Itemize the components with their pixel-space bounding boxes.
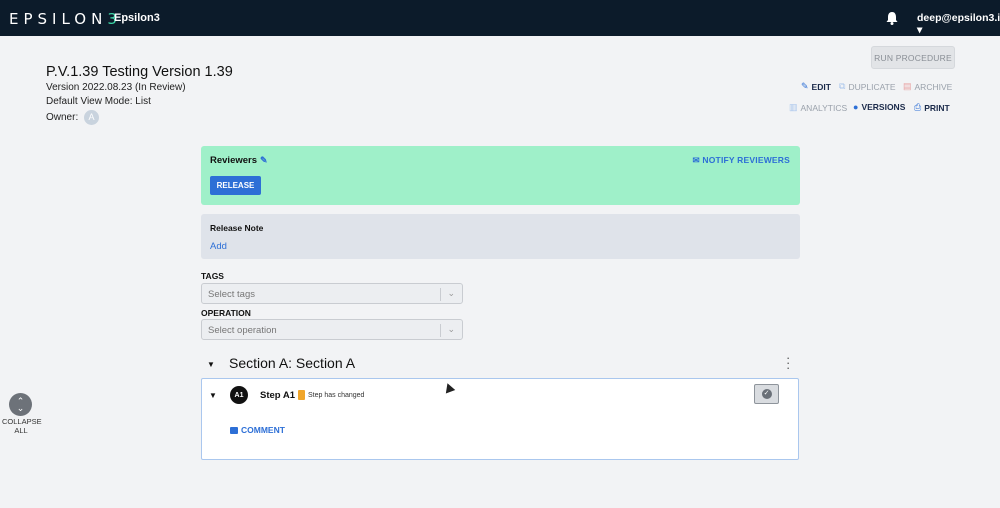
epsilon3-logo[interactable]: EPSILON3 [9,10,122,28]
release-note-label: Release Note [210,223,264,233]
pencil-icon[interactable]: ✎ [260,155,268,165]
chevron-down-icon: ⌄ [447,288,455,298]
duplicate-icon: ⧉ [839,81,846,91]
step-number-badge: A1 [230,386,248,404]
chevron-down-icon: ⌄ [447,324,455,334]
collapse-all-label: COLLAPSE ALL [2,417,42,435]
tags-placeholder: Select tags [208,289,255,300]
view-mode-text: Default View Mode: List [46,96,151,107]
divider [440,288,441,301]
avatar[interactable]: A [84,110,100,125]
step-name: Step A1 [260,390,296,401]
top-navbar: EPSILON3 Epsilon3 deep@epsilon3.io ▾ [0,0,1000,36]
collapse-all-button[interactable]: ⌃ ⌄ [9,393,32,416]
operation-label: OPERATION [201,308,251,318]
bell-icon[interactable] [884,10,900,26]
operation-select[interactable]: Select operation ⌄ [201,319,463,340]
duplicate-button[interactable]: ⧉ DUPLICATE [839,81,896,92]
release-button[interactable]: RELEASE [210,176,261,195]
edit-icon: ✎ [801,81,809,91]
step-status-text: Step has changed [308,392,365,399]
reviewers-panel: Reviewers ✎ ✉ NOTIFY REVIEWERS RELEASE [201,146,800,205]
release-note-panel: Release Note Add [201,214,800,259]
page-title: P.V.1.39 Testing Version 1.39 [46,64,233,80]
edit-button[interactable]: ✎ EDIT [801,81,831,92]
print-icon: ⎙ [914,102,922,112]
comment-button[interactable]: COMMENT [230,425,285,435]
step-complete-button[interactable]: ✓ [754,384,779,404]
step-collapse-caret-icon[interactable]: ▼ [209,391,217,400]
changed-icon [298,390,305,400]
analytics-button[interactable]: ▥ ANALYTICS [789,102,847,113]
notify-reviewers-button[interactable]: ✉ NOTIFY REVIEWERS [693,155,790,166]
versions-icon: ● [853,102,859,112]
step-card: ▼ A1 Step A1 Step has changed ✓ COMMENT [201,378,799,460]
tags-select[interactable]: Select tags ⌄ [201,283,463,304]
more-options-icon[interactable]: · · · [786,351,790,374]
workspace-name[interactable]: Epsilon3 [114,12,160,24]
print-button[interactable]: ⎙ PRINT [914,102,950,113]
owner-label: Owner: [46,112,79,124]
comment-icon [230,427,238,435]
archive-icon: ▤ [903,81,912,91]
operation-placeholder: Select operation [208,325,277,336]
versions-button[interactable]: ● VERSIONS [853,102,905,112]
tags-label: TAGS [201,271,224,281]
owner-row: Owner: A [46,110,100,125]
reviewers-label: Reviewers ✎ [210,155,268,166]
double-chevron-icon: ⌃ ⌄ [16,395,25,413]
section-title: Section A: Section A [229,355,356,371]
check-icon: ✓ [761,389,772,399]
version-text: Version 2022.08.23 (In Review) [46,82,186,93]
analytics-icon: ▥ [789,102,798,112]
add-release-note-link[interactable]: Add [210,241,227,252]
section-collapse-caret-icon[interactable]: ▼ [207,360,215,369]
user-menu[interactable]: deep@epsilon3.io ▾ [917,12,1000,36]
divider [440,324,441,337]
run-procedure-button[interactable]: RUN PROCEDURE [871,46,955,69]
archive-button[interactable]: ▤ ARCHIVE [903,81,952,92]
